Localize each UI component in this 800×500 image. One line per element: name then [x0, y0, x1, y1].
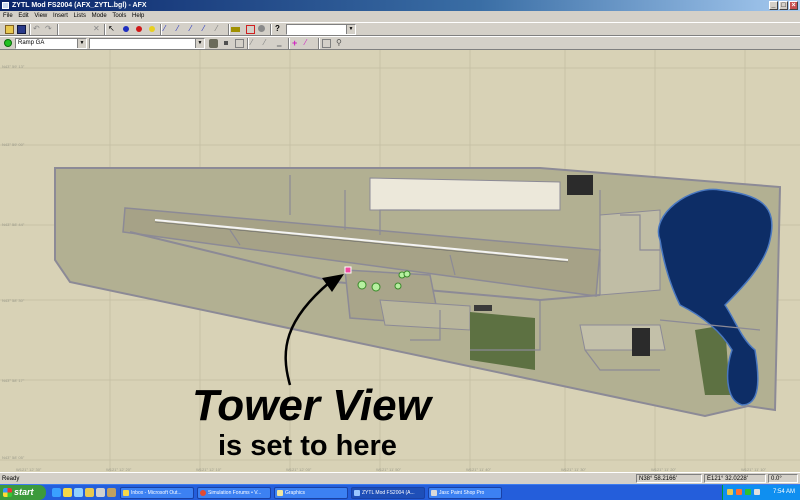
status-bar: Ready N38° 58.2166' E121° 32.0228' 0.0° — [0, 472, 800, 484]
save-icon[interactable] — [17, 25, 26, 34]
paintshop-icon — [431, 490, 437, 496]
desktop-quicklaunch-icon[interactable] — [74, 488, 83, 497]
task-inbox[interactable]: Inbox - Microsoft Out... — [120, 487, 194, 499]
system-tray: 7:54 AM — [722, 485, 800, 500]
terminal-building — [632, 328, 650, 356]
apron-icon[interactable] — [209, 39, 218, 48]
add-point-icon[interactable]: + — [292, 39, 301, 48]
lat-label: N43° 59' 13" — [2, 64, 25, 69]
tray-icon[interactable] — [745, 489, 751, 495]
blue-dot-icon[interactable] — [122, 25, 131, 34]
menu-tools[interactable]: Tools — [112, 11, 126, 21]
connect-icon[interactable]: ⁄ — [305, 39, 314, 48]
taskbar: start Inbox - Microsoft Out... Simulatio… — [0, 484, 800, 500]
lat-label: N43° 58' 17" — [2, 378, 25, 383]
menu-insert[interactable]: Insert — [53, 11, 68, 21]
red-dot-icon[interactable] — [135, 25, 144, 34]
status-heading: 0.0° — [768, 474, 798, 483]
task-paintshop[interactable]: Jasc Paint Shop Pro — [428, 487, 502, 499]
task-afx[interactable]: ZYTL Mod FS2004 (A... — [351, 487, 425, 499]
redo-icon[interactable]: ↷ — [45, 25, 54, 34]
closed-path-icon[interactable]: ⁄ — [216, 25, 225, 34]
tray-icon[interactable] — [727, 489, 733, 495]
window-title: ZYTL Mod FS2004 (AFX_ZYTL.bgl) - AFX — [12, 2, 147, 9]
menu-edit[interactable]: Edit — [18, 11, 28, 21]
boundary-icon[interactable] — [246, 25, 255, 34]
tray-icon[interactable] — [736, 489, 742, 495]
runway-icon[interactable] — [231, 27, 240, 32]
name-select[interactable]: ▼ — [89, 38, 205, 49]
runway-path-icon[interactable]: ⁄ — [177, 25, 186, 34]
dash-line-icon[interactable]: ⁄ — [264, 39, 273, 48]
folder-quicklaunch-icon[interactable] — [85, 488, 94, 497]
outlook-icon — [123, 490, 129, 496]
status-latitude: N38° 58.2166' — [636, 474, 702, 483]
ie-quicklaunch-icon[interactable] — [52, 488, 61, 497]
outlook-quicklaunch-icon[interactable] — [63, 488, 72, 497]
minimize-button[interactable]: _ — [769, 1, 778, 10]
yellow-dot-icon[interactable] — [148, 25, 157, 34]
folder-icon — [277, 490, 283, 496]
help-icon[interactable]: ? — [275, 25, 284, 34]
apron-area-south — [579, 324, 666, 351]
move-icon[interactable] — [322, 39, 331, 48]
app-quicklaunch-icon[interactable] — [107, 488, 116, 497]
toolbar-combo[interactable]: ▼ — [286, 24, 356, 35]
lat-label: N43° 58' 44" — [2, 222, 25, 227]
delete-icon[interactable]: ✕ — [93, 25, 102, 34]
afx-icon — [354, 490, 360, 496]
app-icon[interactable] — [2, 2, 9, 9]
small-building — [474, 305, 492, 311]
menu-view[interactable]: View — [34, 11, 47, 21]
hangar-building — [567, 175, 593, 195]
settings-icon[interactable]: ⚲ — [336, 39, 345, 48]
windows-flag-icon — [3, 488, 12, 497]
edge-line-icon[interactable]: ⁄ — [251, 39, 260, 48]
maximize-button[interactable]: □ — [779, 1, 788, 10]
secondary-toolbar: Ramp GA ▼ ▼ ⁄ ⁄ ‗ + ⁄ ⚲ — [0, 36, 800, 50]
taxi-path-icon[interactable]: ⁄ — [164, 25, 173, 34]
forest-patch — [470, 312, 535, 370]
menu-mode[interactable]: Mode — [92, 11, 107, 21]
map-view[interactable]: N43° 59' 13" N43° 59' 00" N43° 58' 44" N… — [0, 50, 800, 472]
status-longitude: E121° 32.0228' — [704, 474, 766, 483]
tower-marker[interactable] — [344, 266, 352, 274]
task-forums[interactable]: Simulation Forums • V... — [197, 487, 271, 499]
apron-area-east — [599, 209, 661, 296]
small-square-icon[interactable] — [222, 39, 231, 48]
tower-icon[interactable] — [258, 25, 267, 34]
menu-lists[interactable]: Lists — [74, 11, 86, 21]
hold-line-icon[interactable]: ‗ — [277, 39, 286, 48]
lat-label: N43° 58' 30" — [2, 298, 25, 303]
vehicle-path-icon[interactable]: ⁄ — [203, 25, 212, 34]
clock[interactable]: 7:54 AM — [773, 485, 795, 500]
select-arrow-icon[interactable]: ↖ — [108, 25, 117, 34]
undo-icon[interactable]: ↶ — [33, 25, 42, 34]
airport-layout[interactable] — [0, 50, 800, 472]
volume-icon[interactable] — [754, 489, 760, 495]
polygon-icon[interactable] — [235, 39, 244, 48]
apron-area — [369, 177, 561, 211]
browser-icon — [200, 490, 206, 496]
menu-bar: File Edit View Insert Lists Mode Tools H… — [0, 11, 800, 21]
title-bar: ZYTL Mod FS2004 (AFX_ZYTL.bgl) - AFX _ □… — [0, 0, 800, 11]
lat-label: N43° 59' 00" — [2, 142, 25, 147]
open-folder-icon[interactable] — [5, 25, 14, 34]
main-toolbar: ↶ ↷ ✕ ↖ ⁄ ⁄ ⁄ ⁄ ⁄ ? ▼ — [0, 22, 800, 36]
task-graphics[interactable]: Graphics — [274, 487, 348, 499]
lat-label: N43° 58' 05" — [2, 455, 25, 460]
ramp-green-icon[interactable] — [4, 39, 13, 48]
app-quicklaunch-icon[interactable] — [96, 488, 105, 497]
menu-help[interactable]: Help — [132, 11, 144, 21]
parking-path-icon[interactable]: ⁄ — [190, 25, 199, 34]
menu-file[interactable]: File — [3, 11, 13, 21]
status-ready: Ready — [2, 476, 20, 482]
close-button[interactable]: × — [789, 1, 798, 10]
start-button[interactable]: start — [0, 485, 46, 500]
ramp-select[interactable]: Ramp GA ▼ — [15, 38, 87, 49]
